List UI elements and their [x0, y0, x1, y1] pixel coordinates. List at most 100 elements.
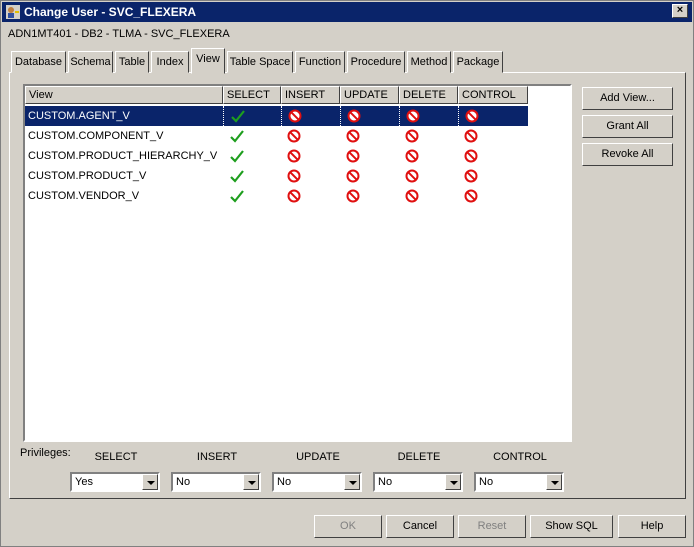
tab-function[interactable]: Function [295, 51, 345, 73]
view-name-cell[interactable]: CUSTOM.PRODUCT_HIERARCHY_V [25, 146, 223, 166]
privileges-label: Privileges: [20, 447, 71, 459]
select-permission-cell[interactable] [223, 166, 281, 186]
insert-permission-cell[interactable] [281, 126, 340, 146]
select-privilege-value: Yes [75, 476, 93, 488]
checkmark-icon [231, 110, 245, 123]
insert-permission-cell[interactable] [281, 106, 340, 126]
reset-button[interactable]: Reset [458, 515, 526, 538]
no-entry-icon [405, 149, 419, 163]
tab-procedure[interactable]: Procedure [347, 51, 405, 73]
delete-privilege-value: No [378, 476, 393, 488]
select-permission-cell[interactable] [223, 186, 281, 206]
update-permission-cell[interactable] [340, 166, 399, 186]
grant-all-button[interactable]: Grant All [582, 115, 673, 138]
tab-package[interactable]: Package [453, 51, 503, 73]
delete-permission-cell[interactable] [399, 106, 458, 126]
no-entry-icon [406, 109, 420, 123]
privilege-label-select: SELECT [94, 451, 138, 463]
control-permission-cell[interactable] [458, 186, 528, 206]
table-row[interactable]: CUSTOM.COMPONENT_V [25, 126, 528, 146]
checkmark-icon [230, 150, 244, 163]
select-permission-cell[interactable] [223, 146, 281, 166]
title-bar[interactable]: Change User - SVC_FLEXERA × [2, 2, 692, 22]
column-header-control[interactable]: CONTROL [458, 86, 528, 104]
column-header-select[interactable]: SELECT [223, 86, 281, 104]
checkmark-icon [230, 170, 244, 183]
table-row[interactable]: CUSTOM.PRODUCT_V [25, 166, 528, 186]
no-entry-icon [347, 109, 361, 123]
tab-method[interactable]: Method [407, 51, 451, 73]
control-privilege-value: No [479, 476, 494, 488]
select-permission-cell[interactable] [223, 106, 281, 126]
table-row[interactable]: CUSTOM.VENDOR_V [25, 186, 528, 206]
view-name-cell[interactable]: CUSTOM.COMPONENT_V [25, 126, 223, 146]
tab-database[interactable]: Database [11, 51, 66, 73]
views-grid[interactable]: View SELECT INSERT UPDATE DELETE CONTROL… [23, 84, 572, 442]
tab-schema[interactable]: Schema [68, 51, 113, 73]
no-entry-icon [464, 189, 478, 203]
select-privilege-dropdown[interactable]: Yes [70, 472, 160, 492]
control-permission-cell[interactable] [458, 106, 528, 126]
control-permission-cell[interactable] [458, 146, 528, 166]
chevron-down-icon[interactable] [344, 474, 360, 490]
close-button[interactable]: × [672, 4, 688, 18]
no-entry-icon [346, 169, 360, 183]
update-permission-cell[interactable] [340, 186, 399, 206]
insert-permission-cell[interactable] [281, 186, 340, 206]
no-entry-icon [346, 189, 360, 203]
ok-button[interactable]: OK [314, 515, 382, 538]
no-entry-icon [405, 189, 419, 203]
update-privilege-value: No [277, 476, 292, 488]
no-entry-icon [464, 129, 478, 143]
no-entry-icon [405, 169, 419, 183]
view-name-cell[interactable]: CUSTOM.VENDOR_V [25, 186, 223, 206]
insert-privilege-dropdown[interactable]: No [171, 472, 261, 492]
show-sql-button[interactable]: Show SQL [530, 515, 613, 538]
no-entry-icon [287, 189, 301, 203]
update-privilege-dropdown[interactable]: No [272, 472, 362, 492]
view-name: CUSTOM.PRODUCT_HIERARCHY_V [28, 150, 218, 162]
table-row[interactable]: CUSTOM.PRODUCT_HIERARCHY_V [25, 146, 528, 166]
control-privilege-dropdown[interactable]: No [474, 472, 564, 492]
insert-permission-cell[interactable] [281, 146, 340, 166]
help-button[interactable]: Help [618, 515, 686, 538]
chevron-down-icon[interactable] [243, 474, 259, 490]
cancel-button[interactable]: Cancel [386, 515, 454, 538]
insert-permission-cell[interactable] [281, 166, 340, 186]
column-header-delete[interactable]: DELETE [399, 86, 458, 104]
delete-privilege-dropdown[interactable]: No [373, 472, 463, 492]
checkmark-icon [230, 130, 244, 143]
delete-permission-cell[interactable] [399, 126, 458, 146]
tab-table-space[interactable]: Table Space [227, 51, 293, 73]
chevron-down-icon[interactable] [142, 474, 158, 490]
update-permission-cell[interactable] [340, 126, 399, 146]
chevron-down-icon[interactable] [546, 474, 562, 490]
tab-index[interactable]: Index [151, 51, 189, 73]
no-entry-icon [287, 129, 301, 143]
table-row[interactable]: CUSTOM.AGENT_V [25, 106, 528, 126]
control-permission-cell[interactable] [458, 166, 528, 186]
view-name-cell[interactable]: CUSTOM.AGENT_V [25, 106, 223, 126]
revoke-all-button[interactable]: Revoke All [582, 143, 673, 166]
select-permission-cell[interactable] [223, 126, 281, 146]
no-entry-icon [287, 149, 301, 163]
update-permission-cell[interactable] [340, 106, 399, 126]
no-entry-icon [346, 129, 360, 143]
update-permission-cell[interactable] [340, 146, 399, 166]
column-header-insert[interactable]: INSERT [281, 86, 340, 104]
no-entry-icon [464, 169, 478, 183]
column-header-update[interactable]: UPDATE [340, 86, 399, 104]
control-permission-cell[interactable] [458, 126, 528, 146]
view-name-cell[interactable]: CUSTOM.PRODUCT_V [25, 166, 223, 186]
delete-permission-cell[interactable] [399, 186, 458, 206]
tab-table[interactable]: Table [115, 51, 149, 73]
add-view-button[interactable]: Add View... [582, 87, 673, 110]
delete-permission-cell[interactable] [399, 146, 458, 166]
chevron-down-icon[interactable] [445, 474, 461, 490]
delete-permission-cell[interactable] [399, 166, 458, 186]
no-entry-icon [464, 149, 478, 163]
privilege-label-control: CONTROL [493, 451, 547, 463]
column-header-view[interactable]: View [25, 86, 223, 104]
user-key-icon [6, 5, 20, 19]
tab-view[interactable]: View [191, 48, 225, 74]
